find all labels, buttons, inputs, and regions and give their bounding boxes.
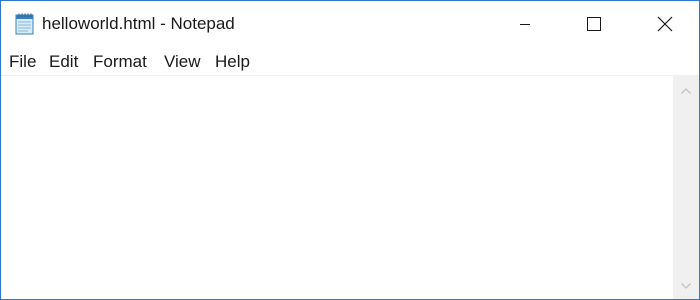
close-button[interactable] — [642, 1, 688, 46]
text-editor-area[interactable] — [1, 76, 673, 299]
menu-view[interactable]: View — [164, 51, 201, 73]
chevron-up-icon — [681, 88, 691, 94]
scroll-up-button[interactable] — [673, 78, 699, 104]
vertical-scrollbar[interactable] — [673, 76, 699, 299]
window-title: helloworld.html - Notepad — [42, 14, 235, 33]
chevron-down-icon — [681, 283, 691, 289]
notepad-icon[interactable] — [13, 12, 37, 36]
menu-file[interactable]: File — [9, 51, 36, 73]
minimize-icon — [520, 23, 530, 25]
menu-edit[interactable]: Edit — [49, 51, 78, 73]
menu-bar: File Edit Format View Help — [1, 46, 699, 76]
close-icon — [657, 16, 673, 31]
menu-format[interactable]: Format — [93, 51, 147, 73]
title-bar[interactable]: helloworld.html - Notepad — [1, 1, 699, 46]
maximize-icon — [587, 16, 601, 31]
minimize-button[interactable] — [502, 1, 548, 46]
menu-help[interactable]: Help — [215, 51, 250, 73]
scroll-down-button[interactable] — [673, 273, 699, 299]
maximize-button[interactable] — [571, 1, 617, 46]
notepad-window: helloworld.html - Notepad File Edit Form… — [0, 0, 700, 300]
